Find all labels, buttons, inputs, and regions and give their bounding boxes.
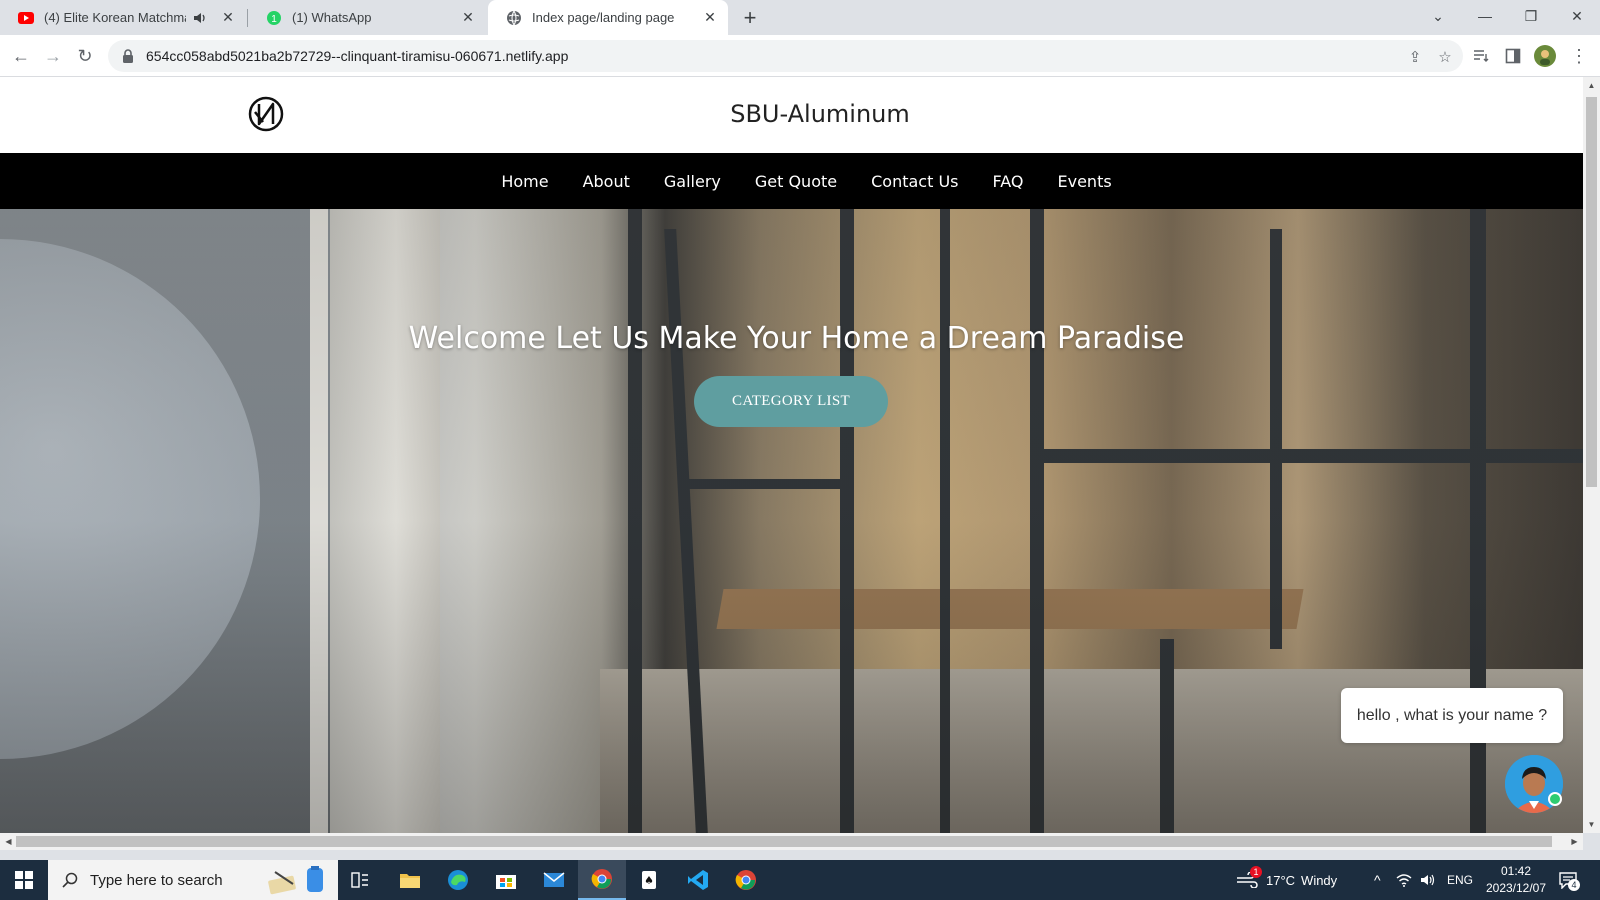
notification-center-icon[interactable]: 4 xyxy=(1558,860,1580,900)
more-menu-icon[interactable]: ⋮ xyxy=(1566,43,1592,69)
svg-text:♠: ♠ xyxy=(644,874,654,887)
reload-icon[interactable]: ↻ xyxy=(72,43,98,69)
vertical-scrollbar[interactable]: ▲ ▼ xyxy=(1583,77,1600,833)
nav-faq[interactable]: FAQ xyxy=(993,172,1024,191)
close-icon[interactable]: ✕ xyxy=(702,9,718,26)
profile-avatar[interactable] xyxy=(1532,43,1558,69)
edge-browser-icon[interactable] xyxy=(434,860,482,900)
back-icon[interactable]: ← xyxy=(8,43,34,69)
tab-title: Index page/landing page xyxy=(532,10,675,25)
tab-title: (4) Elite Korean Matchmakin xyxy=(44,10,186,25)
online-status-indicator xyxy=(1548,792,1562,806)
new-tab-button[interactable]: + xyxy=(737,5,763,31)
chevron-up-icon[interactable]: ^ xyxy=(1374,860,1381,900)
vertical-scroll-thumb[interactable] xyxy=(1586,97,1597,487)
clock-time: 01:42 xyxy=(1500,864,1532,878)
horizontal-scroll-thumb[interactable] xyxy=(16,836,1552,847)
weather-widget[interactable]: 1 17°C Windy xyxy=(1236,860,1337,900)
browser-tab-strip: (4) Elite Korean Matchmakin ✕ 1 (1) What… xyxy=(0,0,1600,35)
svg-text:1: 1 xyxy=(271,14,277,25)
mail-icon[interactable] xyxy=(530,860,578,900)
wifi-icon[interactable] xyxy=(1396,860,1412,900)
bookmark-star-icon[interactable]: ☆ xyxy=(1436,48,1454,66)
file-explorer-icon[interactable] xyxy=(386,860,434,900)
scroll-right-icon[interactable]: ▶ xyxy=(1566,833,1583,850)
share-icon[interactable]: ⇪ xyxy=(1406,48,1424,66)
volume-icon[interactable] xyxy=(1420,860,1436,900)
forward-icon[interactable]: → xyxy=(40,43,66,69)
window-close-icon[interactable]: ✕ xyxy=(1554,0,1600,32)
weather-condition: Windy xyxy=(1301,872,1338,888)
lock-icon[interactable] xyxy=(120,48,136,64)
windows-start-icon[interactable] xyxy=(0,860,48,900)
url-text: 654cc058abd5021ba2b72729--clinquant-tira… xyxy=(146,48,569,64)
chrome-secondary-icon[interactable] xyxy=(722,860,770,900)
tab-title: (1) WhatsApp xyxy=(292,10,372,25)
hero-heading: Welcome Let Us Make Your Home a Dream Pa… xyxy=(408,321,1185,356)
site-title: SBU-Aluminum xyxy=(730,100,910,128)
tab-landing-page[interactable]: Index page/landing page ✕ xyxy=(488,0,728,35)
notification-count-badge: 4 xyxy=(1568,879,1580,891)
speaker-icon[interactable] xyxy=(192,10,208,26)
nav-home[interactable]: Home xyxy=(501,172,548,191)
search-icon xyxy=(62,872,78,888)
weather-alert-badge: 1 xyxy=(1250,866,1262,878)
task-view-icon[interactable] xyxy=(336,860,384,900)
chat-message-bubble[interactable]: hello , what is your name ? xyxy=(1341,688,1563,743)
solitaire-icon[interactable]: ♠ xyxy=(626,860,674,900)
main-nav: Home About Gallery Get Quote Contact Us … xyxy=(0,153,1583,209)
side-panel-icon[interactable] xyxy=(1500,43,1526,69)
weather-temp: 17°C xyxy=(1266,872,1296,888)
nav-gallery[interactable]: Gallery xyxy=(664,172,721,191)
scroll-left-icon[interactable]: ◀ xyxy=(0,833,17,850)
youtube-icon xyxy=(18,10,34,26)
close-icon[interactable]: ✕ xyxy=(220,9,236,26)
wind-icon: 1 xyxy=(1236,866,1262,888)
search-placeholder: Type here to search xyxy=(90,871,223,889)
browser-toolbar: ← → ↻ 654cc058abd5021ba2b72729--clinquan… xyxy=(0,35,1600,77)
nav-events[interactable]: Events xyxy=(1058,172,1112,191)
search-highlight-icon xyxy=(263,864,333,896)
language-indicator[interactable]: ENG xyxy=(1447,860,1473,900)
horizontal-scrollbar[interactable]: ◀ ▶ xyxy=(0,833,1583,850)
reading-list-icon[interactable] xyxy=(1468,43,1494,69)
address-bar[interactable]: 654cc058abd5021ba2b72729--clinquant-tira… xyxy=(108,40,1463,72)
nav-contact-us[interactable]: Contact Us xyxy=(871,172,958,191)
chrome-taskbar-icon[interactable] xyxy=(578,860,626,900)
vscode-icon[interactable] xyxy=(674,860,722,900)
whatsapp-icon: 1 xyxy=(266,10,282,26)
scroll-down-icon[interactable]: ▼ xyxy=(1583,816,1600,833)
microsoft-store-icon[interactable] xyxy=(482,860,530,900)
taskbar-search-box[interactable]: Type here to search xyxy=(48,860,338,900)
windows-taskbar: Type here to search ♠ 1 17°C Windy ^ ENG… xyxy=(0,860,1600,900)
globe-icon xyxy=(506,10,522,26)
tab-whatsapp[interactable]: 1 (1) WhatsApp ✕ xyxy=(248,0,486,35)
site-header: SBU-Aluminum xyxy=(0,77,1583,153)
nav-get-quote[interactable]: Get Quote xyxy=(755,172,837,191)
minimize-icon[interactable]: — xyxy=(1462,0,1508,32)
chevron-down-icon[interactable]: ⌄ xyxy=(1415,0,1461,32)
nav-about[interactable]: About xyxy=(583,172,630,191)
restore-icon[interactable]: ❐ xyxy=(1508,0,1554,32)
tab-youtube[interactable]: (4) Elite Korean Matchmakin ✕ xyxy=(0,0,246,35)
scroll-up-icon[interactable]: ▲ xyxy=(1583,77,1600,94)
taskbar-clock[interactable]: 01:42 2023/12/07 xyxy=(1478,863,1554,897)
close-icon[interactable]: ✕ xyxy=(460,9,476,26)
page-viewport: SBU-Aluminum Home About Gallery Get Quot… xyxy=(0,77,1583,833)
clock-date: 2023/12/07 xyxy=(1485,881,1547,895)
category-list-button[interactable]: CATEGORY LIST xyxy=(694,376,888,427)
